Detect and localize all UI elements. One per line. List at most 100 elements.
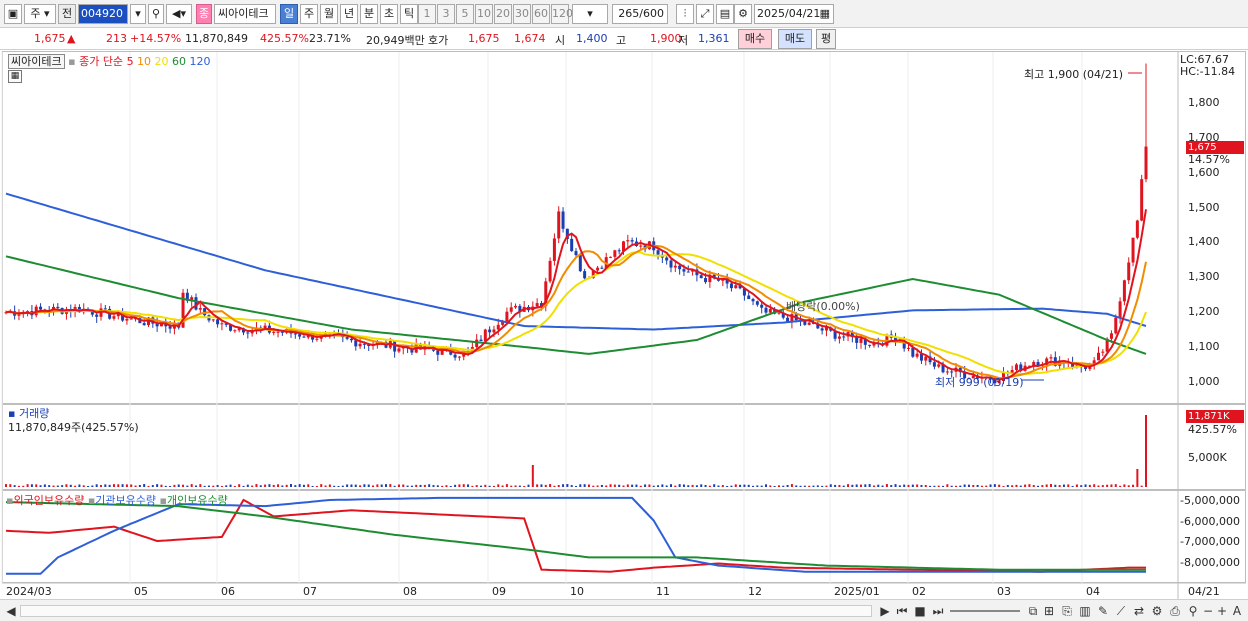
candle-body [514, 305, 518, 308]
scroll-track[interactable] [20, 605, 872, 617]
volume-bar [963, 484, 966, 487]
holding-legend-item[interactable]: ▪개인보유수량 [160, 494, 228, 507]
volume-bar [596, 485, 599, 487]
volume-bar [173, 484, 176, 487]
candle-body [600, 267, 604, 269]
volume-bar [657, 485, 660, 487]
price-tick-label: 1,800 [1188, 96, 1220, 109]
holding-legend-item[interactable]: ▪기관보유수량 [88, 494, 160, 507]
candle-body [345, 337, 349, 339]
volume-bar [397, 484, 400, 487]
scroll-left-icon[interactable]: ◀ [4, 603, 18, 619]
candle-body [315, 338, 319, 340]
volume-bar [916, 484, 919, 487]
volume-bar [143, 484, 146, 487]
volume-bar [665, 485, 668, 487]
candle-body [837, 336, 841, 339]
volume-bar [1041, 485, 1044, 487]
candle-body [1114, 317, 1118, 334]
candle-body [561, 211, 565, 229]
holding-tick-label: -8,000,000 [1180, 555, 1240, 569]
ruler-icon[interactable]: ⟋ [1114, 603, 1128, 619]
candle-body [842, 336, 846, 338]
candle-body [17, 314, 21, 316]
holding-tick-label: -6,000,000 [1180, 514, 1240, 528]
magnify-icon[interactable]: ⚲ [1186, 603, 1200, 619]
volume-bar [881, 485, 884, 487]
ma5-line [5, 209, 1147, 381]
volume-bar [359, 485, 362, 487]
volume-bar [579, 484, 582, 487]
volume-bar [1015, 484, 1018, 487]
volume-bar [605, 485, 608, 487]
compare-icon[interactable]: ⇄ [1132, 603, 1146, 619]
grid-table-icon[interactable]: ▦ [8, 70, 22, 83]
institution-holding-line [6, 496, 1146, 575]
layout-icon[interactable]: ⧉ [1026, 603, 1040, 619]
candle-body [1127, 262, 1131, 281]
candle-body [639, 245, 643, 247]
ma-legend-60[interactable]: 60 [169, 55, 186, 68]
candle-body [1084, 367, 1088, 369]
candle-body [198, 308, 202, 310]
volume-bar [108, 484, 111, 487]
volume-bar [1101, 485, 1104, 487]
stock-name-label[interactable]: 씨아이테크 [8, 54, 65, 69]
print-icon[interactable]: ⎙ [1168, 603, 1182, 619]
volume-badge-pct: 425.57% [1188, 423, 1237, 436]
volume-bar [816, 485, 819, 487]
zoom-slider[interactable] [950, 610, 1020, 612]
split-icon[interactable]: ⊞ [1042, 603, 1056, 619]
volume-bar [847, 484, 850, 487]
ma-legend-5[interactable]: 5 [127, 55, 134, 68]
volume-bar [855, 484, 858, 487]
volume-bar [56, 485, 59, 487]
volume-bar [1054, 484, 1057, 487]
volume-bar [492, 485, 495, 487]
copy-icon[interactable]: ⎘ [1060, 603, 1074, 619]
candle-body [483, 329, 487, 342]
date-axis-label: 09 [492, 585, 506, 598]
candle-body [492, 329, 496, 333]
volume-bar [423, 484, 426, 487]
volume-bar [1088, 484, 1091, 487]
font-size-icon[interactable]: A [1230, 603, 1244, 619]
volume-bar [216, 484, 219, 487]
holding-legend-item[interactable]: ▪외국인보유수량 [6, 494, 88, 507]
volume-bar [518, 485, 521, 487]
settings-icon[interactable]: ⚙ [1150, 603, 1164, 619]
scroll-right-icon[interactable]: ▶ [878, 603, 892, 619]
volume-bar [1062, 484, 1065, 487]
volume-bar [1136, 469, 1139, 487]
volume-bar [87, 485, 90, 487]
jump-start-icon[interactable]: ⏮ [894, 603, 910, 619]
volume-bar [74, 485, 77, 487]
volume-bar [1028, 484, 1031, 487]
volume-bar [467, 484, 470, 487]
zoom-in-icon[interactable]: + [1216, 603, 1228, 619]
zoom-out-icon[interactable]: − [1202, 603, 1214, 619]
draw-icon[interactable]: ✎ [1096, 603, 1110, 619]
date-axis-label: 08 [403, 585, 417, 598]
volume-bar [613, 484, 616, 487]
candle-body [617, 250, 621, 252]
volume-bar [61, 485, 64, 487]
ma-legend-10[interactable]: 10 [134, 55, 151, 68]
volume-bar [544, 484, 547, 487]
volume-bar [13, 485, 16, 487]
volume-bar [5, 484, 7, 487]
stop-icon[interactable]: ■ [912, 603, 928, 619]
volume-bar [117, 484, 120, 487]
candle-body [354, 340, 358, 347]
ma-legend-20[interactable]: 20 [151, 55, 169, 68]
date-axis-label: 03 [997, 585, 1011, 598]
candle-body [112, 316, 116, 319]
ma-legend-120[interactable]: 120 [186, 55, 211, 68]
chart-icon[interactable]: ▥ [1078, 603, 1092, 619]
candle-body [1144, 146, 1148, 180]
volume-bar [480, 485, 482, 487]
jump-end-icon[interactable]: ⏭ [930, 603, 946, 619]
volume-bar [631, 484, 634, 487]
volume-bar [795, 485, 798, 487]
holding-tick-label: -5,000,000 [1180, 494, 1240, 507]
